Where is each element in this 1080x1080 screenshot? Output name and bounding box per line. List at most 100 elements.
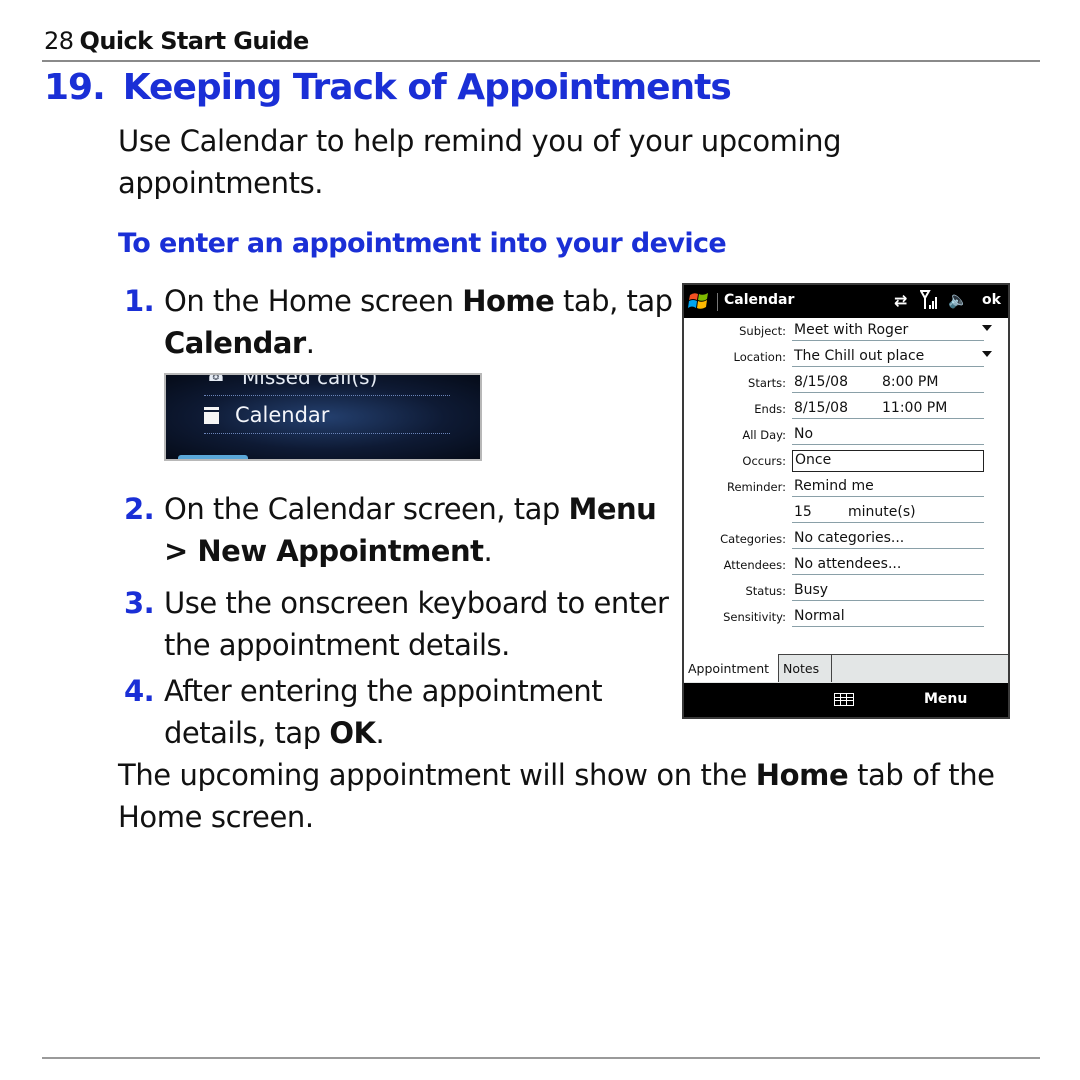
tab-appointment[interactable]: Appointment xyxy=(684,654,778,682)
all-day-row[interactable]: All Day: No xyxy=(684,422,1008,448)
guide-title: Quick Start Guide xyxy=(79,27,310,55)
status-field[interactable]: Busy xyxy=(792,581,984,601)
step-3: 3. Use the onscreen keyboard to enter th… xyxy=(124,582,684,666)
reminder-amount[interactable]: 15 xyxy=(794,504,812,520)
step-2: 2. On the Calendar screen, tap Menu > Ne… xyxy=(124,488,684,572)
intro-paragraph: Use Calendar to help remind you of your … xyxy=(118,124,842,200)
step-text: Use the onscreen keyboard to enter the a… xyxy=(164,586,669,662)
categories-row[interactable]: Categories: No categories... xyxy=(684,526,1008,552)
title-bar: Calendar ⇄ 🔈 ok xyxy=(684,285,1008,318)
header-rule xyxy=(42,60,1040,62)
sensitivity-row[interactable]: Sensitivity: Normal xyxy=(684,604,1008,630)
step-text: After entering the appointment details, … xyxy=(164,670,684,754)
page-number: 28 xyxy=(44,27,74,55)
step-text: On the Home screen Home tab, tap Calenda… xyxy=(164,280,684,364)
dropdown-arrow-icon[interactable] xyxy=(982,325,992,331)
step-number: 1. xyxy=(124,284,155,318)
divider xyxy=(204,433,450,434)
ui-term: Home xyxy=(462,284,555,318)
home-tab-indicator xyxy=(178,455,248,459)
section-number: 19. xyxy=(44,67,106,108)
step-4: 4. After entering the appointment detail… xyxy=(124,670,684,754)
starts-field[interactable]: 8/15/08 8:00 PM xyxy=(792,373,984,393)
text-run: The upcoming appointment will show on th… xyxy=(118,758,756,792)
subject-field[interactable]: Meet with Roger xyxy=(792,321,984,341)
reminder-field[interactable]: Remind me xyxy=(792,477,984,497)
windows-start-icon xyxy=(688,293,708,309)
step-1: 1. On the Home screen Home tab, tap Cale… xyxy=(124,280,684,364)
calendar-appointment-screenshot: Calendar ⇄ 🔈 ok Subject: Meet with Roger… xyxy=(682,283,1010,719)
text-run: . xyxy=(375,716,385,750)
step-text: On the Calendar screen, tap Menu > New A… xyxy=(164,488,684,572)
text-run: > xyxy=(164,534,198,568)
section-title-text: Keeping Track of Appointments xyxy=(122,67,732,108)
volume-icon[interactable]: 🔈 xyxy=(948,290,968,309)
calendar-icon xyxy=(204,407,219,424)
keyboard-icon[interactable] xyxy=(834,693,854,706)
occurs-field[interactable]: Once xyxy=(792,450,984,472)
step-number: 4. xyxy=(124,674,155,708)
field-label: Reminder: xyxy=(726,480,786,494)
ui-term: Home xyxy=(755,758,849,792)
text-run: . xyxy=(305,326,315,360)
text-run: tab, tap xyxy=(554,284,673,318)
missed-calls-item: ☎ Missed call(s) xyxy=(206,373,378,389)
end-date[interactable]: 8/15/08 xyxy=(794,400,848,416)
section-title: 19. Keeping Track of Appointments xyxy=(44,66,732,110)
divider xyxy=(204,395,450,396)
ok-button[interactable]: ok xyxy=(982,292,1001,308)
subject-row[interactable]: Subject: Meet with Roger xyxy=(684,318,1008,344)
outro-paragraph: The upcoming appointment will show on th… xyxy=(118,754,1048,838)
field-label: Attendees: xyxy=(723,558,786,572)
sensitivity-field[interactable]: Normal xyxy=(792,607,984,627)
footer-rule xyxy=(42,1057,1040,1059)
ui-term: New Appointment xyxy=(197,534,484,568)
text-run: On the Calendar screen, tap xyxy=(164,492,569,526)
calendar-item: Calendar xyxy=(204,401,329,429)
tab-strip: Appointment Notes xyxy=(684,654,1008,683)
softkey-bar: Menu xyxy=(684,683,1008,717)
ui-term: Calendar xyxy=(164,326,306,360)
title-separator xyxy=(717,293,718,311)
all-day-field[interactable]: No xyxy=(792,425,984,445)
home-screen-screenshot: ☎ Missed call(s) Calendar xyxy=(164,373,482,461)
step-number: 3. xyxy=(124,586,155,620)
field-label: Starts: xyxy=(748,376,786,390)
attendees-row[interactable]: Attendees: No attendees... xyxy=(684,552,1008,578)
reminder-time-field[interactable]: 15 minute(s) xyxy=(792,503,984,523)
app-title: Calendar xyxy=(724,292,795,308)
step-number: 2. xyxy=(124,492,155,526)
missed-calls-label: Missed call(s) xyxy=(242,373,378,389)
reminder-time-row[interactable]: 15 minute(s) xyxy=(684,500,1008,526)
dropdown-arrow-icon[interactable] xyxy=(982,351,992,357)
sync-icon[interactable]: ⇄ xyxy=(894,291,907,310)
menu-softkey[interactable]: Menu xyxy=(924,691,967,707)
field-label: Ends: xyxy=(754,402,786,416)
categories-field[interactable]: No categories... xyxy=(792,529,984,549)
procedure-subheading: To enter an appointment into your device xyxy=(118,228,727,259)
reminder-row[interactable]: Reminder: Remind me xyxy=(684,474,1008,500)
reminder-unit[interactable]: minute(s) xyxy=(848,503,916,521)
starts-row[interactable]: Starts: 8/15/08 8:00 PM xyxy=(684,370,1008,396)
status-row[interactable]: Status: Busy xyxy=(684,578,1008,604)
field-label: Status: xyxy=(745,584,786,598)
end-time[interactable]: 11:00 PM xyxy=(882,399,947,417)
field-label: Categories: xyxy=(720,532,786,546)
attendees-field[interactable]: No attendees... xyxy=(792,555,984,575)
calendar-label: Calendar xyxy=(235,403,330,427)
text-run: On the Home screen xyxy=(164,284,463,318)
ui-term: Menu xyxy=(568,492,657,526)
location-row[interactable]: Location: The Chill out place xyxy=(684,344,1008,370)
running-head: 28 Quick Start Guide xyxy=(44,26,309,56)
start-date[interactable]: 8/15/08 xyxy=(794,374,848,390)
tab-notes[interactable]: Notes xyxy=(778,654,832,682)
ends-row[interactable]: Ends: 8/15/08 11:00 PM xyxy=(684,396,1008,422)
ends-field[interactable]: 8/15/08 11:00 PM xyxy=(792,399,984,419)
field-label: Sensitivity: xyxy=(723,610,786,624)
location-field[interactable]: The Chill out place xyxy=(792,347,984,367)
occurs-row[interactable]: Occurs: Once xyxy=(684,448,1008,474)
field-label: Subject: xyxy=(739,324,786,338)
start-time[interactable]: 8:00 PM xyxy=(882,373,938,391)
signal-icon[interactable] xyxy=(920,289,940,311)
text-run: . xyxy=(483,534,493,568)
